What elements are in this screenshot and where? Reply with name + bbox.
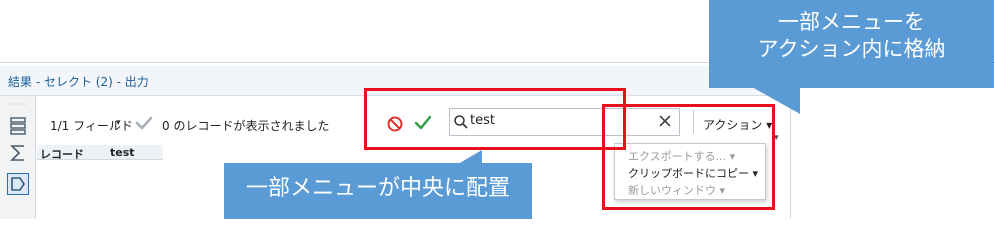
highlight-action-menu bbox=[602, 104, 775, 210]
highlight-center-toolbar bbox=[364, 88, 626, 150]
chevron-down-icon[interactable]: ▾ bbox=[116, 118, 121, 128]
records-status: 0 のレコードが表示されました bbox=[162, 119, 330, 133]
sigma-icon[interactable] bbox=[7, 142, 29, 164]
column-header-record[interactable]: レコード bbox=[40, 146, 84, 162]
callout-bottom-pointer bbox=[458, 150, 482, 164]
callout-top-line2: アクション内に格納 bbox=[757, 37, 946, 61]
callout-center-menu: 一部メニューが中央に配置 bbox=[224, 163, 532, 219]
callout-top-line1: 一部メニューを bbox=[778, 10, 925, 34]
window-edge bbox=[790, 96, 791, 219]
window-title: 結果 - セレクト (2) - 出力 bbox=[8, 75, 149, 89]
rows-icon[interactable] bbox=[7, 115, 29, 137]
callout-action-menu: 一部メニューを アクション内に格納 bbox=[709, 0, 994, 88]
rail-grip[interactable]: ····· bbox=[10, 100, 28, 109]
checkmark-grey-icon bbox=[134, 114, 154, 132]
tag-icon[interactable] bbox=[7, 173, 29, 195]
callout-top-pointer bbox=[752, 87, 800, 114]
column-header-test[interactable]: test bbox=[110, 146, 135, 159]
